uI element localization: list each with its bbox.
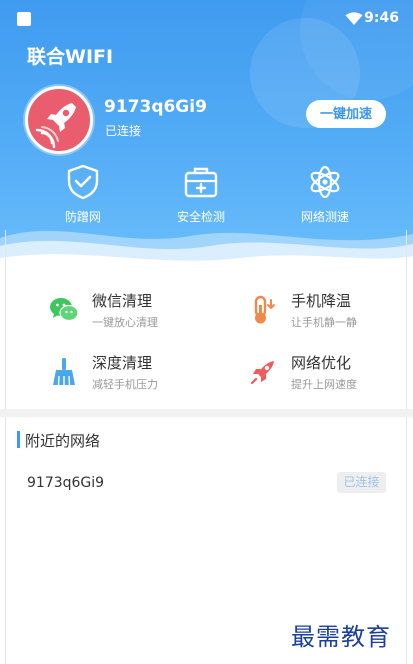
network-list-name: 9173q6Gi9 bbox=[27, 475, 105, 491]
tool-subtitle: 一键放心清理 bbox=[92, 316, 158, 329]
tool-title: 网络优化 bbox=[291, 354, 352, 372]
connected-badge: 已连接 bbox=[337, 472, 386, 493]
tool-title: 微信清理 bbox=[92, 292, 153, 310]
broom-icon bbox=[53, 358, 75, 386]
tool-subtitle: 让手机静一静 bbox=[291, 316, 357, 329]
tool-phone-cooling[interactable]: 手机降温 让手机静一静 bbox=[247, 290, 413, 334]
frame-edge bbox=[5, 230, 6, 664]
tool-network-optimize[interactable]: 网络优化 提升上网速度 bbox=[247, 352, 413, 396]
rocket-icon bbox=[35, 103, 76, 149]
tool-title: 手机降温 bbox=[291, 292, 352, 310]
connection-avatar bbox=[25, 86, 93, 154]
tool-deep-clean[interactable]: 深度清理 减轻手机压力 bbox=[48, 352, 218, 396]
toolbox-icon bbox=[184, 167, 218, 198]
nearby-networks-title: 附近的网络 bbox=[25, 432, 101, 450]
watermark: 最需教育 bbox=[291, 623, 391, 651]
section-accent-bar bbox=[17, 431, 20, 448]
notification-icon bbox=[17, 12, 31, 26]
app-title: 联合WIFI bbox=[27, 46, 114, 68]
tool-subtitle: 提升上网速度 bbox=[291, 378, 357, 391]
rocket-icon bbox=[250, 361, 274, 385]
network-name: 9173q6Gi9 bbox=[104, 97, 207, 117]
status-bar: 9:46 bbox=[0, 0, 413, 38]
one-click-speedup-button[interactable]: 一键加速 bbox=[306, 100, 386, 128]
atom-icon bbox=[310, 165, 340, 199]
tool-wechat-clean[interactable]: 微信清理 一键放心清理 bbox=[48, 290, 218, 334]
wave-decoration bbox=[0, 230, 413, 278]
clock: 9:46 bbox=[364, 10, 399, 26]
shield-check-icon bbox=[67, 164, 99, 200]
wifi-signal-icon bbox=[345, 12, 363, 25]
tool-subtitle: 减轻手机压力 bbox=[92, 378, 158, 391]
tool-title: 深度清理 bbox=[92, 354, 153, 372]
header-banner: 9:46 联合WIFI 9173q6Gi9 已连接 一键加速 防蹭网 安全检测 bbox=[0, 0, 413, 278]
thermometer-icon bbox=[254, 295, 275, 324]
wechat-icon bbox=[50, 298, 79, 322]
section-divider bbox=[0, 409, 413, 417]
connection-status: 已连接 bbox=[105, 124, 142, 138]
